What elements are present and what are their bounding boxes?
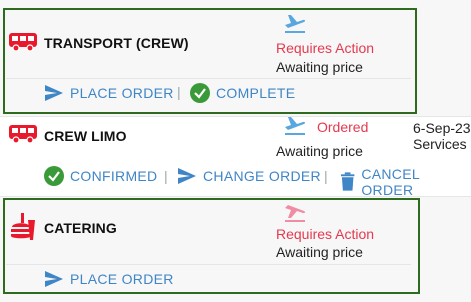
status-ordered: Ordered bbox=[317, 119, 369, 135]
arrival-plane-icon bbox=[282, 199, 308, 225]
cancel-order-button[interactable]: CANCEL ORDER bbox=[340, 166, 471, 198]
order-date: 6-Sep-23 bbox=[413, 120, 471, 136]
trash-icon bbox=[340, 172, 355, 191]
action-separator: | bbox=[324, 168, 328, 184]
send-icon bbox=[45, 271, 63, 287]
service-label: CREW LIMO bbox=[44, 128, 127, 144]
check-circle-icon bbox=[190, 83, 210, 103]
catering-icon bbox=[9, 213, 39, 240]
row-divider bbox=[0, 116, 471, 117]
confirmed-button[interactable]: CONFIRMED bbox=[44, 166, 157, 186]
status-awaiting-price: Awaiting price bbox=[276, 244, 363, 260]
place-order-button[interactable]: PLACE ORDER bbox=[44, 270, 174, 288]
status-awaiting-price: Awaiting price bbox=[276, 59, 363, 75]
place-order-button[interactable]: PLACE ORDER bbox=[44, 84, 174, 102]
status-requires-action: Requires Action bbox=[276, 226, 375, 242]
send-icon bbox=[45, 85, 63, 101]
action-separator: | bbox=[164, 168, 168, 184]
check-circle-icon bbox=[44, 166, 64, 186]
vendor-name: Services bbox=[413, 136, 467, 152]
bus-icon bbox=[8, 31, 38, 55]
departure-plane-icon bbox=[282, 112, 308, 138]
change-order-button[interactable]: CHANGE ORDER bbox=[177, 167, 321, 185]
bus-icon bbox=[8, 123, 38, 147]
departure-plane-icon bbox=[282, 10, 308, 36]
send-icon bbox=[178, 168, 196, 184]
status-requires-action: Requires Action bbox=[276, 40, 375, 56]
service-label: TRANSPORT (CREW) bbox=[44, 35, 189, 51]
service-label: CATERING bbox=[44, 220, 117, 236]
action-separator: | bbox=[177, 84, 181, 100]
status-awaiting-price: Awaiting price bbox=[276, 143, 363, 159]
complete-button[interactable]: COMPLETE bbox=[190, 83, 295, 103]
